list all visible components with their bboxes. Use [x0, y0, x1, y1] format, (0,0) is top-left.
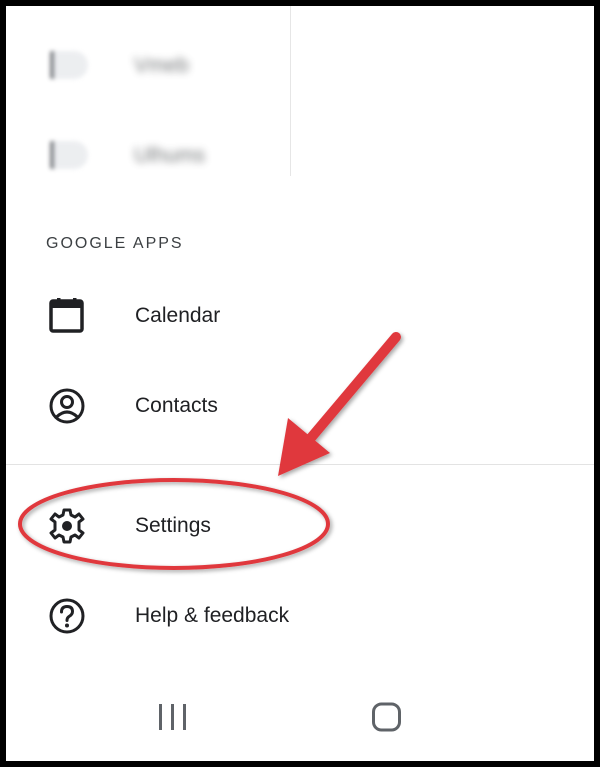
- drawer-item-label: Calendar: [135, 304, 221, 327]
- section-header-google-apps: GOOGLE APPS: [46, 235, 184, 252]
- drawer-item-help[interactable]: Help & feedback: [6, 571, 594, 661]
- label-icon: [50, 141, 88, 169]
- drawer-item-settings[interactable]: Settings: [6, 481, 594, 571]
- drawer-item-label: Contacts: [135, 394, 218, 417]
- drawer-item-label: Ulhums: [134, 144, 206, 167]
- calendar-icon: [46, 298, 90, 334]
- label-icon: [50, 51, 88, 79]
- drawer-item-label: Settings: [135, 514, 211, 537]
- home-icon[interactable]: [365, 698, 409, 738]
- system-navigation-bar: [6, 678, 594, 761]
- account-circle-icon: [46, 388, 90, 424]
- help-icon: [46, 598, 90, 634]
- divider: [6, 464, 594, 465]
- vertical-divider: [290, 6, 291, 176]
- drawer-item-calendar[interactable]: Calendar: [6, 271, 594, 361]
- app-frame: Vmeb Ulhums GOOGLE APPS Calendar Contact…: [6, 6, 594, 761]
- recents-icon[interactable]: [151, 698, 195, 738]
- drawer-item-blurred-1[interactable]: Vmeb: [6, 21, 594, 111]
- gear-icon: [46, 508, 90, 544]
- drawer-item-contacts[interactable]: Contacts: [6, 361, 594, 451]
- drawer-item-blurred-2[interactable]: Ulhums: [6, 111, 594, 201]
- drawer-item-label: Help & feedback: [135, 604, 290, 627]
- drawer-item-label: Vmeb: [134, 54, 189, 77]
